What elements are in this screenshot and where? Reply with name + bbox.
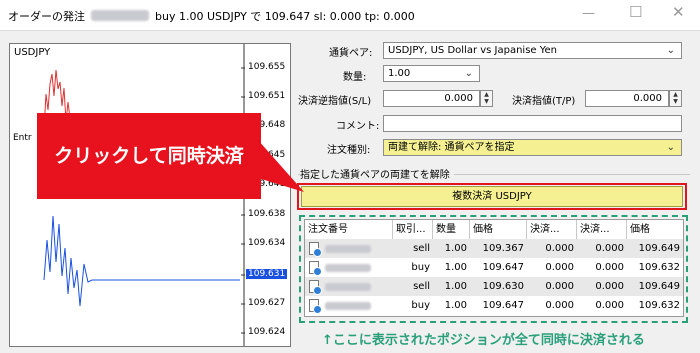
close-group-label: 指定した通貨ペアの両建てを解除 bbox=[300, 166, 454, 181]
cell-order-id bbox=[305, 277, 393, 296]
column-header[interactable]: 決済... bbox=[577, 220, 627, 239]
ask-price-line bbox=[43, 215, 240, 307]
positions-table[interactable]: 注文番号 取引... 数量 価格 決済... 決済... 価格 sell 1.00… bbox=[304, 219, 684, 317]
cell-sl: 0.000 bbox=[545, 262, 574, 273]
order-id-redacted bbox=[325, 283, 371, 291]
cell-tp: 0.000 bbox=[595, 262, 624, 273]
bottom-caption: ↑ここに表示されたポジションが全て同時に決済される bbox=[322, 333, 645, 348]
cell-price: 109.630 bbox=[482, 281, 524, 292]
table-row[interactable]: buy 1.00 109.647 0.000 0.000 109.632 bbox=[305, 258, 683, 277]
quantity-select[interactable]: 1.00 ⌄ bbox=[383, 65, 480, 82]
stop-loss-input[interactable]: 0.000 bbox=[383, 90, 480, 107]
column-header[interactable]: 価格 bbox=[470, 220, 527, 239]
price-tick-label: 109.624 bbox=[248, 327, 286, 337]
cell-close-price: 109.632 bbox=[638, 300, 680, 311]
title-bar: オーダーの発注 buy 1.00 USDJPY で 109.647 sl: 0.0… bbox=[0, 0, 700, 31]
chevron-down-icon: ⌄ bbox=[666, 142, 675, 153]
cell-volume: 1.00 bbox=[444, 243, 467, 254]
cell-tp: 0.000 bbox=[595, 243, 624, 254]
price-tick-label: 109.638 bbox=[248, 209, 286, 219]
cell-volume: 1.00 bbox=[444, 281, 467, 292]
cell-type: sell bbox=[413, 243, 430, 254]
column-header[interactable]: 価格 bbox=[627, 220, 683, 239]
cell-price: 109.647 bbox=[482, 300, 524, 311]
order-id-redacted bbox=[325, 245, 371, 253]
callout-arrow-icon bbox=[258, 140, 304, 192]
position-document-icon bbox=[309, 299, 322, 314]
currency-pair-select[interactable]: USDJPY, US Dollar vs Japanise Yen ⌄ bbox=[383, 42, 682, 59]
comment-input[interactable] bbox=[383, 115, 682, 132]
close-icon[interactable]: ✕ bbox=[672, 3, 685, 21]
cell-type: sell bbox=[413, 281, 430, 292]
cell-type: buy bbox=[411, 262, 430, 273]
table-header: 注文番号 取引... 数量 価格 決済... 決済... 価格 bbox=[305, 220, 683, 239]
position-document-icon bbox=[309, 242, 322, 257]
currency-pair-value: USDJPY, US Dollar vs Japanise Yen bbox=[388, 45, 558, 56]
stop-loss-label: 決済逆指値(S/L) bbox=[298, 96, 372, 107]
quantity-label: 数量: bbox=[343, 72, 367, 83]
column-header[interactable]: 決済... bbox=[527, 220, 577, 239]
cell-volume: 1.00 bbox=[444, 262, 467, 273]
take-profit-label: 決済指値(T/P) bbox=[512, 96, 576, 107]
cell-close-price: 109.632 bbox=[638, 262, 680, 273]
cell-close-price: 109.649 bbox=[638, 243, 680, 254]
current-price-label: 109.631 bbox=[246, 269, 288, 279]
table-row[interactable]: buy 1.00 109.647 0.000 0.000 109.632 bbox=[305, 296, 683, 315]
chart-entry-label: Entr bbox=[13, 133, 32, 143]
chevron-down-icon: ⌄ bbox=[464, 68, 473, 79]
quantity-value: 1.00 bbox=[388, 68, 411, 79]
cell-tp: 0.000 bbox=[595, 300, 624, 311]
cell-tp: 0.000 bbox=[595, 281, 624, 292]
cell-order-id bbox=[305, 258, 393, 277]
chevron-down-icon: ⌄ bbox=[666, 45, 675, 56]
cell-price: 109.367 bbox=[482, 243, 524, 254]
order-type-label: 注文種別: bbox=[327, 145, 371, 156]
take-profit-spinner[interactable]: ▲ ▼ bbox=[669, 90, 682, 107]
price-tick-label: 109.655 bbox=[248, 62, 286, 72]
cell-type: buy bbox=[411, 300, 430, 311]
order-id-redacted bbox=[325, 264, 371, 272]
order-type-value: 両建て解除: 通貨ペアを指定 bbox=[388, 142, 515, 153]
chart-symbol: USDJPY bbox=[14, 47, 51, 58]
cell-close-price: 109.649 bbox=[638, 281, 680, 292]
take-profit-input[interactable]: 0.000 bbox=[585, 90, 669, 107]
order-type-select[interactable]: 両建て解除: 通貨ペアを指定 ⌄ bbox=[383, 139, 682, 156]
price-tick-label: 109.651 bbox=[248, 91, 286, 101]
cell-sl: 0.000 bbox=[545, 300, 574, 311]
window-title-suffix: buy 1.00 USDJPY で 109.647 sl: 0.000 tp: … bbox=[155, 10, 415, 23]
account-number-redacted bbox=[91, 10, 149, 21]
cell-order-id bbox=[305, 239, 393, 258]
currency-pair-label: 通貨ペア: bbox=[329, 48, 373, 59]
price-tick-label: 109.627 bbox=[248, 298, 286, 308]
close-by-button[interactable]: 複数決済 USDJPY bbox=[301, 186, 683, 207]
click-callout: クリックして同時決済 bbox=[37, 113, 261, 199]
maximize-icon[interactable]: ☐ bbox=[629, 3, 642, 21]
column-header[interactable]: 数量 bbox=[433, 220, 470, 239]
cell-volume: 1.00 bbox=[444, 300, 467, 311]
position-document-icon bbox=[309, 280, 322, 295]
window-title-prefix: オーダーの発注 bbox=[8, 10, 85, 23]
table-row[interactable]: sell 1.00 109.367 0.000 0.000 109.649 bbox=[305, 239, 683, 258]
cell-sl: 0.000 bbox=[545, 281, 574, 292]
cell-sl: 0.000 bbox=[545, 243, 574, 254]
minimize-icon[interactable]: — bbox=[582, 6, 595, 21]
order-id-redacted bbox=[325, 302, 371, 310]
price-tick-label: 109.634 bbox=[248, 238, 286, 248]
comment-label: コメント: bbox=[336, 121, 380, 132]
column-header[interactable]: 取引... bbox=[393, 220, 433, 239]
column-header[interactable]: 注文番号 bbox=[305, 220, 393, 239]
stop-loss-spinner[interactable]: ▲ ▼ bbox=[480, 90, 493, 107]
position-document-icon bbox=[309, 261, 322, 276]
window-title: オーダーの発注 buy 1.00 USDJPY で 109.647 sl: 0.0… bbox=[8, 8, 415, 24]
table-row[interactable]: sell 1.00 109.630 0.000 0.000 109.649 bbox=[305, 277, 683, 296]
cell-order-id bbox=[305, 296, 393, 315]
cell-price: 109.647 bbox=[482, 262, 524, 273]
